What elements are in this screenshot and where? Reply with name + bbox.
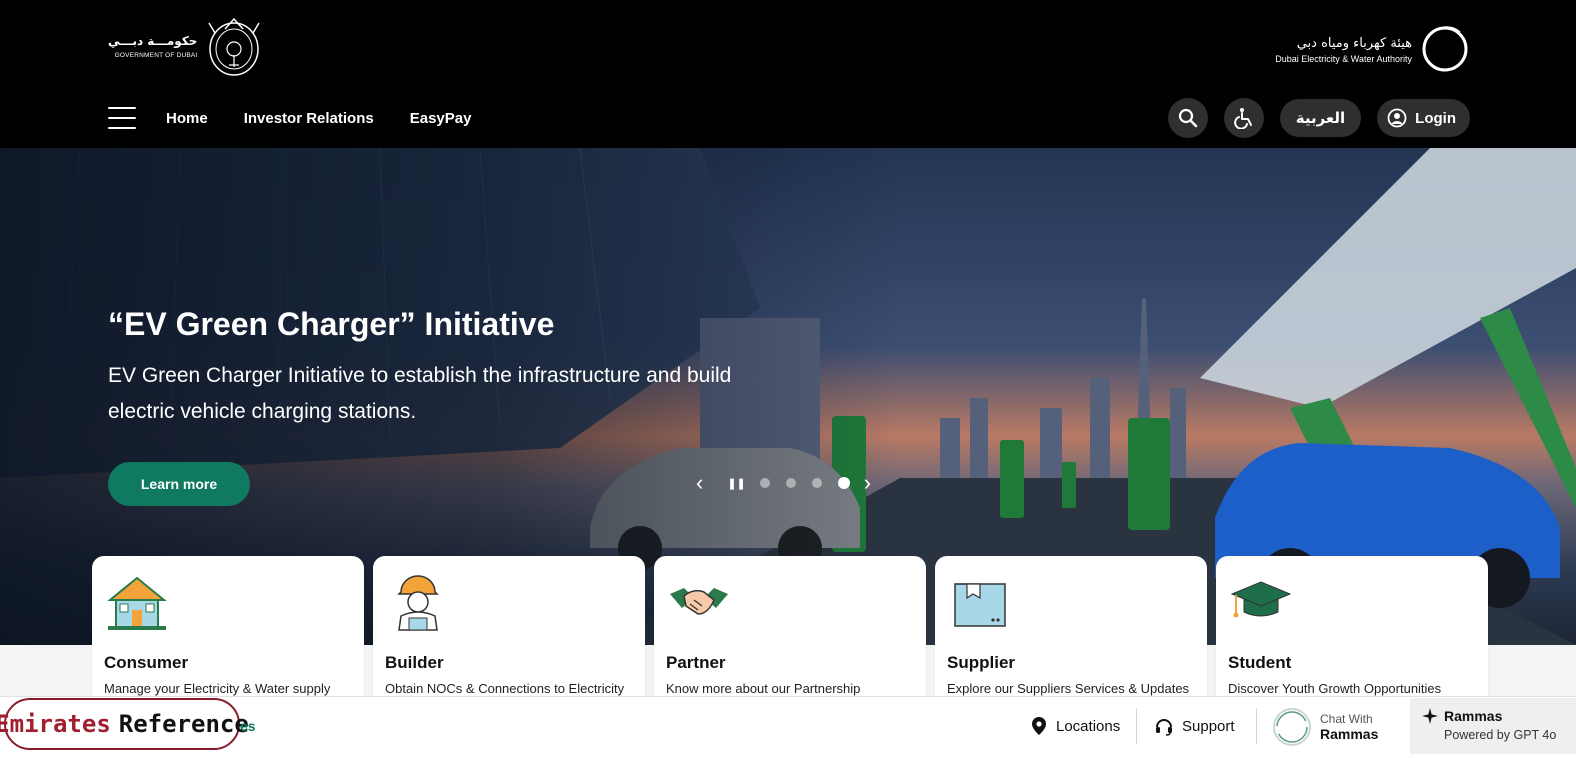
house-icon — [107, 576, 167, 630]
learn-more-button[interactable]: Learn more — [108, 462, 250, 506]
card-supplier[interactable]: Supplier Explore our Suppliers Services … — [935, 556, 1207, 706]
rammas-title: Rammas — [1444, 708, 1503, 724]
card-student[interactable]: Student Discover Youth Growth Opportunit… — [1216, 556, 1488, 706]
login-button[interactable]: Login — [1377, 99, 1470, 137]
audience-cards: Consumer Manage your Electricity & Water… — [92, 556, 1488, 706]
watermark-part2: Reference — [118, 710, 249, 738]
main-nav: Home Investor Relations EasyPay — [108, 100, 507, 136]
carousel-dot-2[interactable] — [785, 478, 796, 488]
chat-with-rammas-button[interactable]: Chat With Rammas — [1272, 707, 1378, 747]
search-button[interactable] — [1167, 98, 1208, 138]
sparkle-icon — [1422, 708, 1438, 724]
carousel-pause-icon[interactable]: ❚❚ — [727, 477, 745, 490]
dewa-ring-icon — [1422, 26, 1468, 72]
card-title: Student — [1228, 653, 1292, 672]
carousel-dot-1[interactable] — [759, 478, 770, 488]
user-circle-icon — [1387, 108, 1407, 128]
header-tools: العربية Login — [1167, 98, 1470, 138]
login-label: Login — [1415, 109, 1456, 127]
rammas-subtitle: Powered by GPT 4o — [1444, 728, 1557, 742]
accessibility-button[interactable] — [1223, 98, 1264, 138]
box-icon — [954, 583, 1006, 627]
carousel-prev-icon[interactable]: ‹ — [696, 470, 703, 496]
accessibility-icon — [1233, 108, 1252, 129]
divider — [1256, 708, 1257, 744]
site-header: حكومـــة دبـــي GOVERNMENT OF DUBAI هيئة… — [0, 0, 1576, 148]
nav-home[interactable]: Home — [166, 110, 208, 127]
rammas-gpt-panel[interactable]: Rammas Powered by GPT 4o — [1410, 698, 1576, 754]
card-title: Supplier — [947, 653, 1016, 672]
carousel-dot-4[interactable] — [837, 477, 850, 489]
location-pin-icon — [1032, 717, 1046, 735]
support-link[interactable]: Support — [1154, 716, 1235, 736]
card-partner[interactable]: Partner Know more about our Partnership — [654, 556, 926, 706]
carousel-next-icon[interactable]: › — [864, 470, 871, 496]
emirates-reference-watermark: Emirates Reference — [0, 698, 249, 750]
dewa-logo-arabic: هيئة كهرباء ومياه دبي — [1296, 35, 1412, 51]
chat-name-label: Rammas — [1320, 726, 1379, 742]
nav-investor-relations[interactable]: Investor Relations — [244, 110, 374, 127]
gov-logo-arabic: حكومـــة دبـــي — [108, 34, 198, 48]
card-builder[interactable]: Builder Obtain NOCs & Connections to Ele… — [373, 556, 645, 706]
carousel-controls: ‹ ❚❚ › — [690, 470, 877, 496]
card-description: Explore our Suppliers Services & Updates — [947, 681, 1190, 696]
handshake-icon — [670, 588, 728, 615]
language-label: العربية — [1295, 109, 1346, 127]
nav-easypay[interactable]: EasyPay — [410, 110, 472, 127]
card-description: Obtain NOCs & Connections to Electricity — [385, 681, 625, 696]
support-label: Support — [1182, 717, 1235, 735]
divider — [1136, 708, 1137, 744]
card-title: Consumer — [104, 653, 189, 672]
gov-logo-english: GOVERNMENT OF DUBAI — [114, 52, 198, 59]
graduation-cap-icon — [1230, 581, 1292, 618]
dewa-logo[interactable]: هيئة كهرباء ومياه دبي Dubai Electricity … — [1275, 22, 1470, 76]
chat-with-label: Chat With — [1320, 712, 1373, 726]
headset-icon — [1156, 719, 1172, 736]
truncated-link-text[interactable]: es — [240, 718, 256, 734]
card-description: Manage your Electricity & Water supply — [104, 681, 331, 696]
card-description: Know more about our Partnership — [666, 681, 861, 696]
dewa-logo-english: Dubai Electricity & Water Authority — [1275, 53, 1412, 64]
hero-title: “EV Green Charger” Initiative — [108, 306, 555, 342]
hero-subtitle: EV Green Charger Initiative to establish… — [108, 364, 732, 423]
hamburger-menu-icon[interactable] — [108, 107, 136, 129]
rammas-avatar-icon — [1273, 708, 1311, 746]
carousel-dot-3[interactable] — [811, 478, 822, 488]
watermark-part1: Emirates — [0, 710, 111, 738]
card-title: Builder — [385, 653, 444, 672]
locations-label: Locations — [1056, 717, 1121, 735]
search-icon — [1178, 108, 1198, 128]
government-of-dubai-logo[interactable]: حكومـــة دبـــي GOVERNMENT OF DUBAI — [108, 14, 268, 78]
builder-icon — [397, 575, 439, 631]
language-toggle-button[interactable]: العربية — [1279, 99, 1362, 137]
locations-link[interactable]: Locations — [1030, 716, 1120, 736]
card-title: Partner — [666, 653, 726, 672]
card-description: Discover Youth Growth Opportunities — [1228, 681, 1442, 696]
card-consumer[interactable]: Consumer Manage your Electricity & Water… — [92, 556, 364, 706]
dubai-emblem-icon — [208, 17, 261, 76]
